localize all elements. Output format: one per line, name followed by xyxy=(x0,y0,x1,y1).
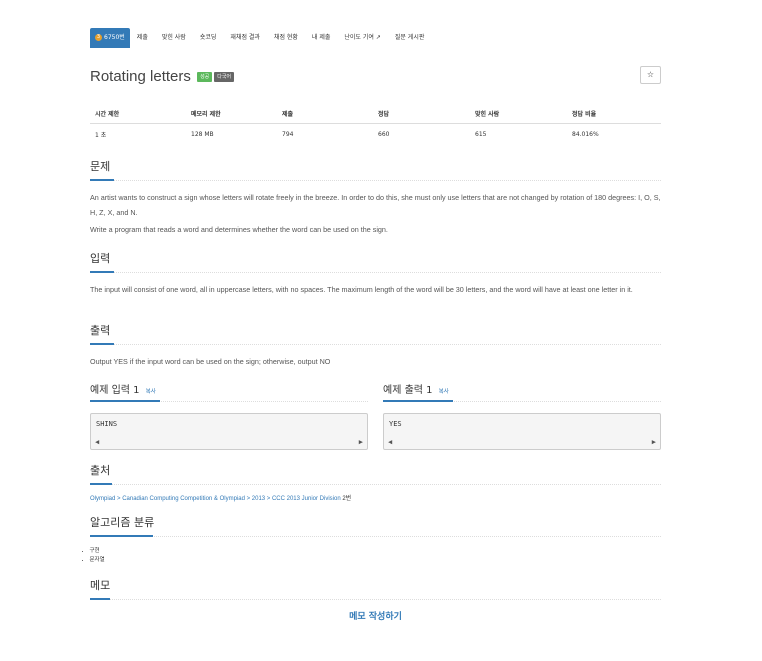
algorithm-tag[interactable]: 문자열 xyxy=(82,556,661,565)
breadcrumb-separator: > xyxy=(244,496,252,502)
tab-label: 난이도 기여 xyxy=(344,34,374,41)
sample-output-label: 예제 출력 xyxy=(383,385,423,396)
tab-solved-users[interactable]: 맞힌 사람 xyxy=(155,28,193,48)
sample-output-box[interactable]: YES ◀ ▶ xyxy=(383,413,661,450)
tab-short-coding[interactable]: 숏코딩 xyxy=(193,28,224,48)
sample-input-section: 예제 입력 1 복사 SHINS ◀ ▶ xyxy=(90,381,368,450)
algorithm-tag[interactable]: 구현 xyxy=(82,547,661,556)
section-title: 문제 xyxy=(90,158,661,181)
source-link-division[interactable]: CCC 2013 Junior Division xyxy=(272,496,341,502)
submissions-value: 794 xyxy=(282,130,294,138)
title-row: Rotating letters 성공 다국어 ☆ xyxy=(90,66,661,88)
scroll-left-icon[interactable]: ◀ xyxy=(95,438,99,446)
success-badge: 성공 xyxy=(197,72,213,83)
section-body: The input will consist of one word, all … xyxy=(90,283,661,298)
medal-icon: 3 xyxy=(95,34,102,41)
sample-output-text: YES xyxy=(389,420,402,428)
section-body: Output YES if the input word can be used… xyxy=(90,355,661,370)
sample-output-number: 1 xyxy=(426,385,433,396)
algorithm-list: 구현 문자열 xyxy=(90,547,661,565)
sample-input-text: SHINS xyxy=(96,420,118,428)
accept-ratio-value: 84.016% xyxy=(572,130,599,138)
sample-input-box[interactable]: SHINS ◀ ▶ xyxy=(90,413,368,450)
section-title: 출력 xyxy=(90,322,661,345)
tab-my-submissions[interactable]: 내 제출 xyxy=(305,28,337,48)
algorithm-section: 알고리즘 분류 구현 문자열 xyxy=(90,514,661,565)
tab-submit[interactable]: 제출 xyxy=(130,28,155,48)
output-paragraph: Output YES if the input word can be used… xyxy=(90,357,331,366)
input-paragraph: The input will consist of one word, all … xyxy=(90,285,633,294)
problem-tabs: 3 6750번 제출 맞힌 사람 숏코딩 재채점 결과 채점 현황 내 제출 난이… xyxy=(90,28,431,48)
header-accepted: 정답 xyxy=(378,111,390,118)
memory-limit-value: 128 MB xyxy=(191,130,214,138)
section-title: 출처 xyxy=(90,462,661,485)
header-solved-users: 맞힌 사람 xyxy=(475,111,500,118)
source-section: 출처 Olympiad > Canadian Computing Competi… xyxy=(90,462,661,502)
external-link-icon: ↗ xyxy=(375,34,381,41)
output-section: 출력 Output YES if the input word can be u… xyxy=(90,322,661,373)
source-link-ccc[interactable]: Canadian Computing Competition & Olympia… xyxy=(122,496,245,502)
description-paragraph: Write a program that reads a word and de… xyxy=(90,225,388,234)
section-title: 알고리즘 분류 xyxy=(90,514,661,537)
multilang-badge: 다국어 xyxy=(214,72,235,83)
sample-output-section: 예제 출력 1 복사 YES ◀ ▶ xyxy=(383,381,661,450)
solved-users-value: 615 xyxy=(475,130,487,138)
time-limit-value: 1 초 xyxy=(95,131,107,139)
section-body: An artist wants to construct a sign whos… xyxy=(90,191,661,238)
tab-rejudge-results[interactable]: 재채점 결과 xyxy=(223,28,267,48)
problem-description-section: 문제 An artist wants to construct a sign w… xyxy=(90,158,661,241)
tab-label: 6750번 xyxy=(104,34,125,41)
sample-input-title: 예제 입력 1 복사 xyxy=(90,381,368,402)
problem-title: Rotating letters xyxy=(90,68,191,85)
tab-question-board[interactable]: 질문 게시판 xyxy=(388,28,432,48)
sample-output-title: 예제 출력 1 복사 xyxy=(383,381,661,402)
copy-sample-input-button[interactable]: 복사 xyxy=(146,389,156,395)
section-title: 입력 xyxy=(90,250,661,273)
favorite-star-button[interactable]: ☆ xyxy=(640,66,661,84)
table-row: 1 초 128 MB 794 660 615 84.016% xyxy=(90,124,661,144)
input-section: 입력 The input will consist of one word, a… xyxy=(90,250,661,301)
tab-difficulty-contribution[interactable]: 난이도 기여 ↗ xyxy=(337,28,387,48)
scroll-left-icon[interactable]: ◀ xyxy=(388,438,392,446)
accepted-value: 660 xyxy=(378,130,390,138)
source-problem-number: 2번 xyxy=(340,496,352,502)
section-title: 메모 xyxy=(90,577,661,600)
scroll-right-icon[interactable]: ▶ xyxy=(359,438,363,446)
tab-problem[interactable]: 3 6750번 xyxy=(90,28,130,48)
problem-title-wrap: Rotating letters 성공 다국어 xyxy=(90,68,235,85)
source-link-year[interactable]: 2013 xyxy=(252,496,265,502)
source-link-olympiad[interactable]: Olympiad xyxy=(90,496,115,502)
header-submissions: 제출 xyxy=(282,111,294,118)
memo-section: 메모 xyxy=(90,577,661,600)
sample-input-label: 예제 입력 xyxy=(90,385,130,396)
table-header-row: 시간 제한 메모리 제한 제출 정답 맞힌 사람 정답 비율 xyxy=(90,104,661,124)
description-paragraph: An artist wants to construct a sign whos… xyxy=(90,193,661,217)
tab-status[interactable]: 채점 현황 xyxy=(267,28,305,48)
source-breadcrumb: Olympiad > Canadian Computing Competitio… xyxy=(90,493,661,502)
scroll-right-icon[interactable]: ▶ xyxy=(652,438,656,446)
sample-input-number: 1 xyxy=(133,385,140,396)
header-accept-ratio: 정답 비율 xyxy=(572,111,597,118)
header-time-limit: 시간 제한 xyxy=(95,111,120,118)
write-memo-button[interactable]: 메모 작성하기 xyxy=(90,609,661,622)
header-memory-limit: 메모리 제한 xyxy=(191,111,221,118)
problem-info-table: 시간 제한 메모리 제한 제출 정답 맞힌 사람 정답 비율 1 초 128 M… xyxy=(90,104,661,144)
copy-sample-output-button[interactable]: 복사 xyxy=(439,389,449,395)
breadcrumb-separator: > xyxy=(265,496,272,502)
